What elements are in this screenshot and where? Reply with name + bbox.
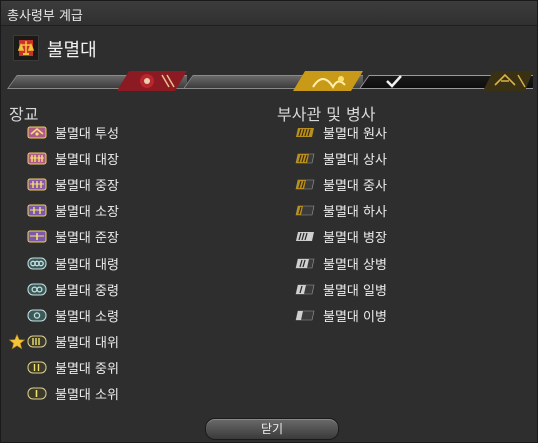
- enlisted-rank-item: 불멸대 중사: [295, 171, 387, 197]
- rank-insignia-icon: [295, 126, 315, 139]
- title-bar[interactable]: 총사령부 계급: [1, 1, 537, 26]
- rank-insignia-icon: [295, 152, 315, 165]
- enlisted-rank-item: 불멸대 이병: [295, 302, 387, 328]
- enlisted-rank-item: 불멸대 일병: [295, 276, 387, 302]
- checkmark-icon: [386, 75, 402, 88]
- officer-rank-item: 불멸대 투성: [27, 119, 119, 145]
- enlisted-rank-list: 불멸대 원사 불멸대 상사 불멸대 중사 불멸대 하사 불멸대 병장 불멸대 상…: [295, 119, 387, 329]
- rank-insignia-icon: [27, 152, 47, 165]
- officer-rank-item: 불멸대 소위: [27, 381, 119, 407]
- rank-insignia-icon: [27, 361, 47, 374]
- rank-insignia-icon: [27, 204, 47, 217]
- rank-insignia-icon: [27, 126, 47, 139]
- close-button[interactable]: 닫기: [205, 418, 339, 440]
- company-tabs: [7, 67, 533, 95]
- officer-rank-list: 불멸대 투성 불멸대 대장 불멸대 중장 불멸대 소장 불멸대 준장 불멸대 대…: [8, 119, 119, 407]
- rank-insignia-icon: [295, 283, 315, 296]
- officer-rank-item: 불멸대 소장: [27, 198, 119, 224]
- grand-company-ranks-window: 총사령부 계급 불멸대 장교 부사관 및 병사 불멸대 투성 불멸대 대장 불멸…: [0, 0, 538, 443]
- rank-insignia-icon: [27, 230, 47, 243]
- enlisted-rank-item: 불멸대 상병: [295, 250, 387, 276]
- officer-rank-item: 불멸대 중장: [27, 171, 119, 197]
- rank-insignia-icon: [27, 178, 47, 191]
- officer-rank-item: 불멸대 소령: [27, 302, 119, 328]
- officer-rank-item: 불멸대 대장: [27, 145, 119, 171]
- officer-rank-item: 불멸대 준장: [27, 224, 119, 250]
- rank-insignia-icon: [27, 257, 47, 270]
- rank-insignia-icon: [27, 283, 47, 296]
- company-name: 불멸대: [47, 40, 97, 61]
- officer-rank-item: 불멸대 중령: [27, 276, 119, 302]
- enlisted-rank-item: 불멸대 원사: [295, 119, 387, 145]
- rank-insignia-icon: [295, 309, 315, 322]
- current-rank-star-icon: [8, 333, 26, 350]
- rank-insignia-icon: [295, 204, 315, 217]
- rank-insignia-icon: [27, 335, 47, 348]
- immortal-flames-emblem-icon: [13, 35, 39, 61]
- rank-insignia-icon: [27, 387, 47, 400]
- officer-rank-item: 불멸대 중위: [27, 355, 119, 381]
- rank-insignia-icon: [27, 309, 47, 322]
- tab-maelstrom[interactable]: [7, 67, 187, 95]
- tab-twin-adder[interactable]: [183, 67, 363, 95]
- rank-insignia-icon: [295, 257, 315, 270]
- window-title: 총사령부 계급: [7, 9, 83, 24]
- rank-insignia-icon: [295, 230, 315, 243]
- rank-insignia-icon: [295, 178, 315, 191]
- enlisted-rank-item: 불멸대 하사: [295, 198, 387, 224]
- enlisted-rank-item: 불멸대 병장: [295, 224, 387, 250]
- tab-immortal-flames[interactable]: [359, 67, 533, 95]
- officer-rank-item-current: 불멸대 대위: [8, 329, 119, 355]
- officer-rank-item: 불멸대 대령: [27, 250, 119, 276]
- enlisted-rank-item: 불멸대 상사: [295, 145, 387, 171]
